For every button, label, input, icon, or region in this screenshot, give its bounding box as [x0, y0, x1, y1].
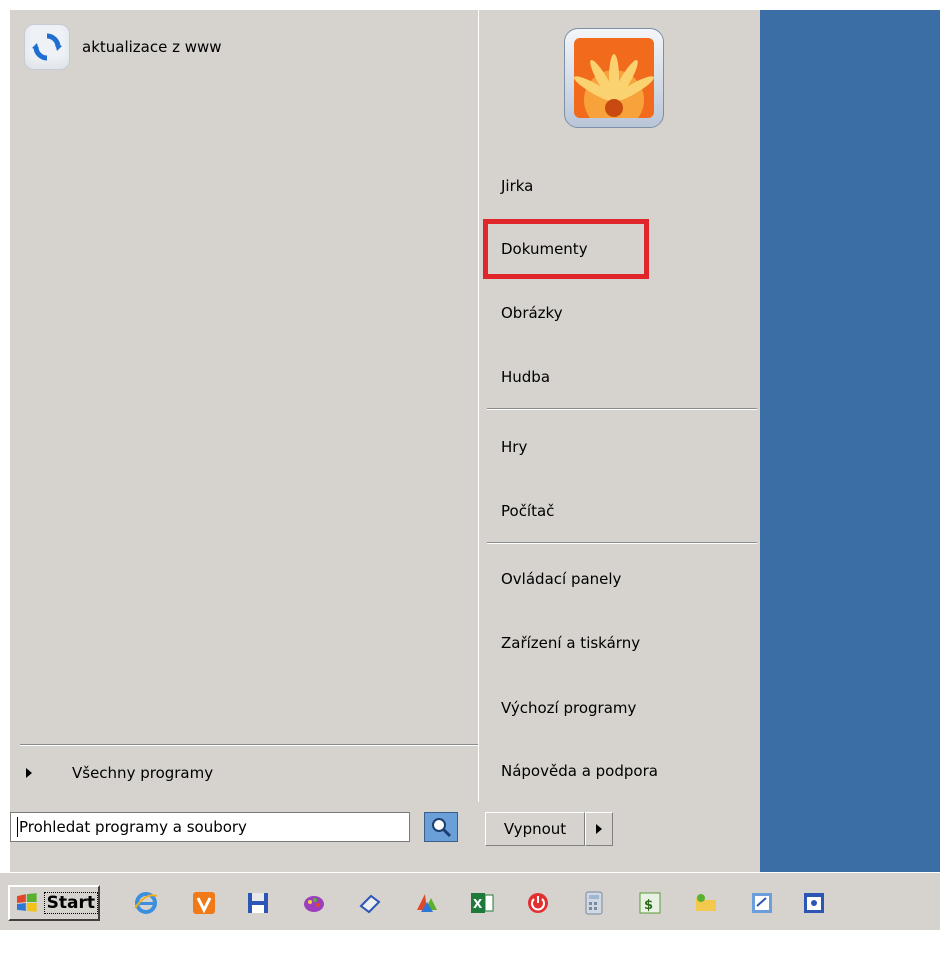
- ie-icon[interactable]: [132, 889, 160, 917]
- menu-item-pictures[interactable]: Obrázky: [501, 301, 563, 325]
- search-placeholder: Prohledat programy a soubory: [19, 818, 247, 836]
- user-avatar[interactable]: [564, 28, 664, 128]
- all-programs-label: Všechny programy: [72, 764, 214, 782]
- refresh-icon: [24, 24, 70, 70]
- mixer-icon[interactable]: [412, 889, 440, 917]
- excel-icon[interactable]: X: [468, 889, 496, 917]
- power-icon[interactable]: [524, 889, 552, 917]
- highlight-box: [483, 219, 649, 279]
- spreadsheet-icon[interactable]: $: [636, 889, 664, 917]
- menu-item-computer[interactable]: Počítač: [501, 499, 554, 523]
- folder-icon[interactable]: [692, 889, 720, 917]
- separator: [487, 542, 757, 544]
- taskbar: Start X $: [0, 872, 940, 930]
- search-input[interactable]: Prohledat programy a soubory: [10, 812, 410, 842]
- paint-icon[interactable]: [300, 889, 328, 917]
- eraser-icon[interactable]: [356, 889, 384, 917]
- separator: [487, 408, 757, 410]
- shutdown-control: Vypnout: [485, 812, 613, 846]
- pinned-item-label: aktualizace z www: [82, 38, 222, 56]
- menu-item-default-programs[interactable]: Výchozí programy: [501, 696, 636, 720]
- flower-icon: [574, 38, 654, 118]
- notepad-icon[interactable]: [748, 889, 776, 917]
- pinned-item-aktualizace[interactable]: aktualizace z www: [24, 24, 222, 70]
- programs-pane: aktualizace z www Všechny programy: [10, 10, 478, 802]
- start-label: Start: [43, 892, 98, 914]
- calculator-icon[interactable]: [580, 889, 608, 917]
- shutdown-label: Vypnout: [503, 820, 567, 838]
- desktop-background: [760, 10, 940, 872]
- menu-item-user[interactable]: Jirka: [501, 174, 533, 198]
- save-disk-icon[interactable]: [244, 889, 272, 917]
- menu-item-control-panel[interactable]: Ovládací panely: [501, 567, 621, 591]
- all-programs-button[interactable]: Všechny programy: [24, 762, 213, 784]
- text-caret: [17, 817, 18, 837]
- places-pane: Jirka Dokumenty Obrázky Hudba Hry Počíta…: [478, 10, 760, 802]
- menu-item-help[interactable]: Nápověda a podpora: [501, 759, 658, 783]
- svg-text:$: $: [644, 898, 653, 913]
- svg-text:X: X: [473, 897, 483, 911]
- start-menu: aktualizace z www Všechny programy Jirka…: [0, 0, 940, 880]
- menu-item-devices[interactable]: Zařízení a tiskárny: [501, 631, 640, 655]
- avast-icon[interactable]: [190, 889, 218, 917]
- search-icon: [432, 818, 452, 838]
- arrow-right-icon: [26, 768, 32, 778]
- search-button[interactable]: [424, 812, 458, 842]
- arrow-right-icon: [596, 824, 602, 834]
- window-icon[interactable]: [800, 889, 828, 917]
- page-background: [0, 930, 940, 961]
- windows-logo-icon: [16, 893, 37, 912]
- menu-item-games[interactable]: Hry: [501, 435, 527, 459]
- separator: [20, 744, 478, 746]
- start-button[interactable]: Start: [8, 885, 100, 921]
- shutdown-options-button[interactable]: [585, 812, 613, 846]
- shutdown-button[interactable]: Vypnout: [485, 812, 585, 846]
- menu-item-music[interactable]: Hudba: [501, 365, 550, 389]
